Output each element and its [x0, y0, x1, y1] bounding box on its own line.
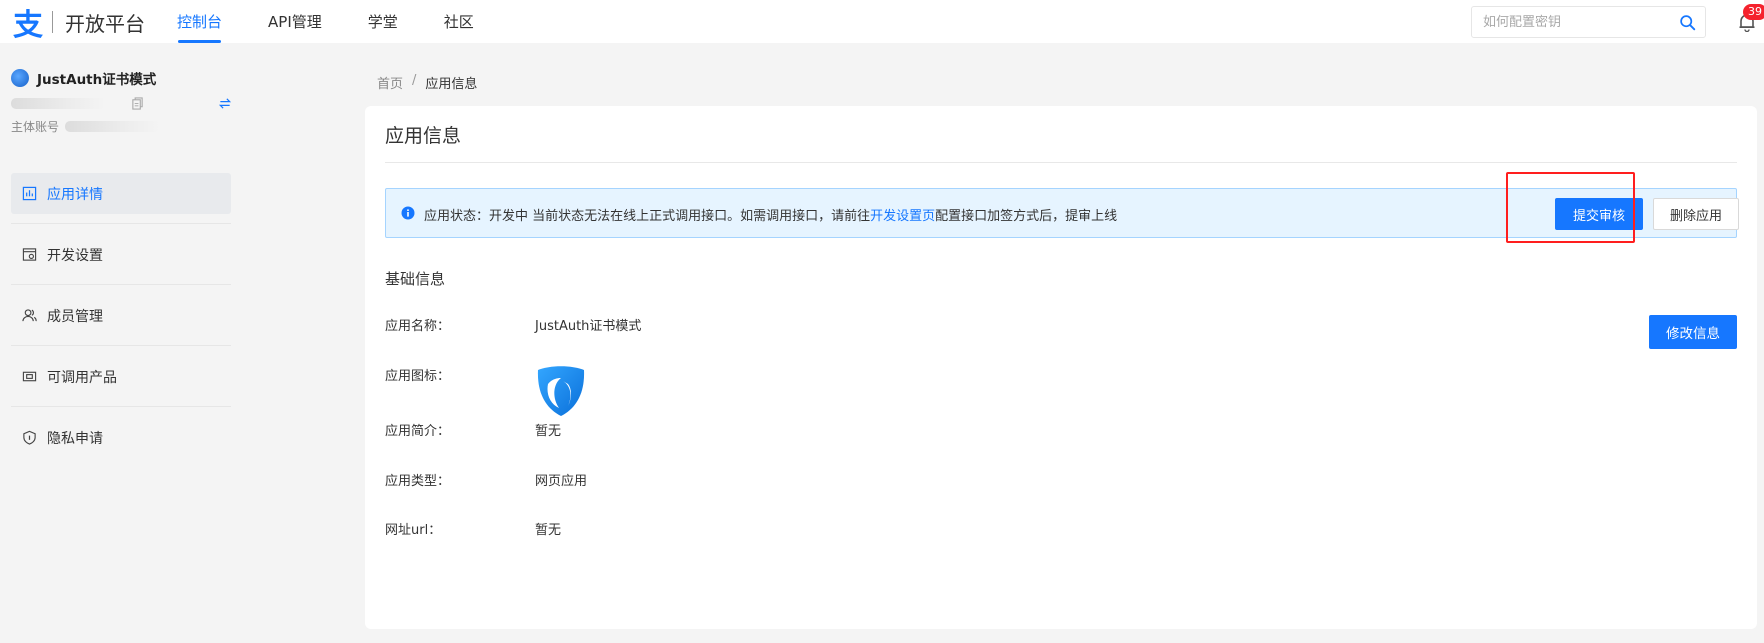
main-account-redacted — [65, 121, 161, 132]
logo-text: 开放平台 — [65, 11, 145, 36]
settings-icon — [22, 248, 37, 261]
shield-icon — [23, 430, 36, 445]
breadcrumb-home[interactable]: 首页 — [377, 73, 403, 92]
status-alert: 应用状态：开发中 当前状态无法在线上正式调用接口。如需调用接口，请前往开发设置页… — [385, 188, 1739, 238]
app-avatar — [11, 69, 29, 87]
sidebar-item-dev-settings[interactable]: 开发设置 — [11, 234, 231, 285]
account-panel: JustAuth证书模式 主体账号 — [11, 68, 232, 134]
alert-text-before: 应用状态：开发中 当前状态无法在线上正式调用接口。如需调用接口，请前往 — [424, 209, 871, 224]
logo-divider — [52, 11, 53, 33]
section-title-basic-info: 基础信息 — [385, 270, 446, 288]
sidebar-item-app-details[interactable]: 应用详情 — [11, 173, 231, 224]
logo[interactable]: 支 开放平台 — [10, 5, 145, 43]
alert-text-after: 配置接口加签方式后，提审上线 — [935, 209, 1118, 224]
field-value-url: 暂无 — [535, 523, 562, 538]
notification-badge: 39 — [1743, 4, 1764, 20]
sidebar-item-label: 应用详情 — [47, 186, 103, 203]
top-bar: 支 开放平台 控制台 API管理 学堂 社区 39 — [0, 0, 1764, 43]
dev-settings-link[interactable]: 开发设置页 — [870, 209, 935, 224]
nav-api-management[interactable]: API管理 — [268, 0, 322, 43]
alipay-logo-icon: 支 — [13, 8, 43, 43]
app-id-redacted — [11, 98, 106, 109]
sidebar-item-label: 隐私申请 — [47, 430, 103, 447]
search-icon[interactable] — [1679, 14, 1696, 31]
field-label-app-icon: 应用图标： — [385, 369, 451, 384]
app-icon-image — [537, 366, 585, 416]
chart-icon — [22, 186, 37, 201]
sidebar-item-products[interactable]: 可调用产品 — [11, 356, 231, 407]
edit-info-button[interactable]: 修改信息 — [1649, 315, 1737, 349]
members-icon — [22, 309, 37, 322]
copy-icon[interactable] — [131, 97, 144, 110]
app-info-card: 应用信息 应用状态：开发中 当前状态无法在线上正式调用接口。如需调用接口，请前往… — [365, 106, 1757, 629]
page-title: 应用信息 — [385, 125, 462, 147]
breadcrumb: 首页 / 应用信息 — [377, 73, 477, 92]
top-nav: 控制台 API管理 学堂 社区 — [177, 0, 520, 43]
submit-review-button[interactable]: 提交审核 — [1555, 198, 1643, 230]
breadcrumb-separator: / — [412, 73, 417, 88]
info-icon — [401, 206, 415, 220]
switch-app-icon[interactable] — [218, 97, 232, 110]
field-label-app-type: 应用类型： — [385, 474, 451, 489]
main-account-label: 主体账号 — [11, 120, 60, 134]
alert-text: 应用状态：开发中 当前状态无法在线上正式调用接口。如需调用接口，请前往开发设置页… — [424, 205, 1117, 224]
main-account-row: 主体账号 — [11, 118, 161, 135]
search-input[interactable] — [1472, 7, 1667, 37]
sidebar-menu: 应用详情 开发设置 成员管理 可调用产品 隐私申请 — [11, 173, 231, 478]
app-id-row — [11, 96, 232, 112]
sidebar: JustAuth证书模式 主体账号 应用详情 开发设置 成员管理 可调用产品 隐… — [0, 43, 245, 643]
sidebar-item-label: 可调用产品 — [47, 369, 117, 386]
field-label-app-desc: 应用简介： — [385, 424, 451, 439]
title-divider — [385, 162, 1737, 163]
app-name: JustAuth证书模式 — [37, 72, 157, 88]
field-value-app-name: JustAuth证书模式 — [535, 319, 642, 334]
field-value-app-type: 网页应用 — [535, 474, 588, 489]
sidebar-item-privacy[interactable]: 隐私申请 — [11, 417, 231, 458]
field-value-app-desc: 暂无 — [535, 424, 562, 439]
sidebar-item-label: 成员管理 — [47, 308, 103, 325]
breadcrumb-current: 应用信息 — [425, 77, 478, 92]
sidebar-item-members[interactable]: 成员管理 — [11, 295, 231, 346]
search-box — [1471, 6, 1706, 38]
nav-academy[interactable]: 学堂 — [368, 0, 398, 43]
sidebar-item-label: 开发设置 — [47, 247, 103, 264]
delete-app-button[interactable]: 删除应用 — [1653, 198, 1739, 230]
product-icon — [22, 371, 37, 382]
field-label-app-name: 应用名称： — [385, 319, 451, 334]
field-label-url: 网址url： — [385, 523, 442, 538]
nav-console[interactable]: 控制台 — [177, 0, 222, 43]
nav-community[interactable]: 社区 — [444, 0, 474, 43]
